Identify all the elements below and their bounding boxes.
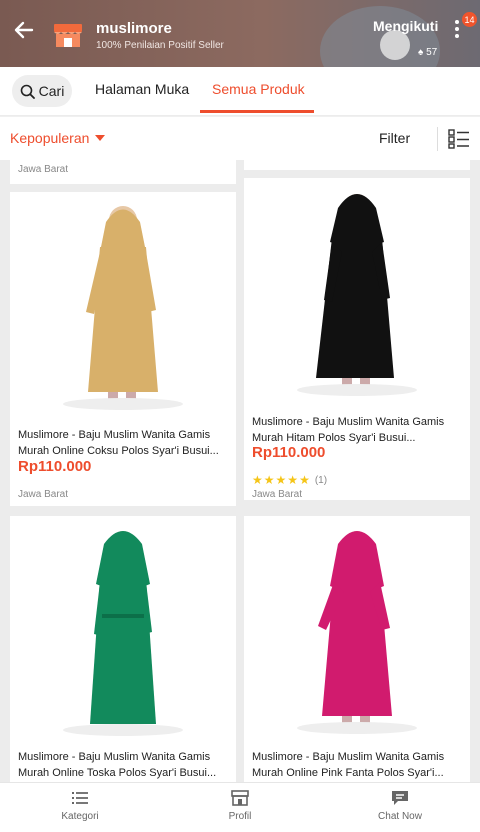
- dress-image: [63, 206, 183, 410]
- product-title: Muslimore - Baju Muslim Wanita Gamis Mur…: [252, 416, 445, 444]
- arrow-left-icon: [14, 21, 34, 39]
- user-icon: ♠: [418, 47, 424, 58]
- star-icon: ★: [299, 473, 310, 487]
- shop-logo[interactable]: [52, 22, 84, 48]
- tab-all-products[interactable]: Semua Produk: [212, 81, 305, 97]
- product-title: Muslimore - Baju Muslim Wanita Gamis Mur…: [18, 751, 217, 779]
- shop-icon: [54, 24, 82, 47]
- header-decoration: [380, 30, 410, 60]
- star-icon: ★: [252, 473, 263, 487]
- dot-icon: [455, 20, 459, 24]
- nav-profil[interactable]: Profil: [195, 789, 285, 822]
- search-label: Cari: [38, 83, 65, 99]
- follower-count: ♠ 57: [418, 47, 437, 58]
- dress-image: [297, 194, 417, 396]
- dress-image: [63, 531, 183, 736]
- divider: [437, 127, 438, 151]
- nav-label: Profil: [228, 811, 252, 822]
- sort-dropdown[interactable]: Kepopuleran: [10, 130, 106, 146]
- nav-chat-now[interactable]: Chat Now: [355, 789, 445, 822]
- bottom-navigation: Kategori Profil Chat Now: [0, 782, 480, 832]
- dot-icon: [455, 34, 459, 38]
- search-button[interactable]: Cari: [12, 75, 72, 107]
- product-card[interactable]: Muslimore - Baju Muslim Wanita Gamis Mur…: [10, 516, 236, 782]
- star-icon: ★: [263, 473, 275, 487]
- product-card[interactable]: Muslimore - Baju Muslim Wanita Gamis Mur…: [10, 192, 236, 506]
- product-location: Jawa Barat: [252, 489, 303, 500]
- product-card[interactable]: Muslimore - Baju Muslim Wanita Gamis Mur…: [244, 178, 470, 500]
- star-icon: ★: [275, 473, 287, 487]
- rating-count: (1): [314, 474, 328, 486]
- dot-icon: [455, 27, 459, 31]
- nav-label: Kategori: [61, 811, 99, 822]
- search-icon: [20, 84, 35, 99]
- product-image: [10, 192, 236, 418]
- product-rating: ★ ★ ★ ★ ★ (1): [252, 474, 327, 486]
- product-location: Jawa Barat: [18, 164, 69, 175]
- product-image: [244, 516, 470, 742]
- follow-button[interactable]: Mengikuti: [373, 18, 438, 34]
- dress-image: [297, 531, 417, 734]
- sort-label: Kepopuleran: [10, 130, 90, 146]
- back-button[interactable]: [10, 16, 38, 44]
- product-grid: Jawa Barat Muslimore - Baju Muslim Wanit…: [0, 160, 480, 782]
- product-card[interactable]: [244, 160, 470, 170]
- product-title: Muslimore - Baju Muslim Wanita Gamis Mur…: [252, 751, 445, 779]
- shop-rating-text: 100% Penilaian Positif Seller: [96, 40, 224, 51]
- chat-icon: [392, 791, 408, 805]
- tab-home[interactable]: Halaman Muka: [95, 81, 189, 97]
- product-image: [244, 178, 470, 404]
- product-image: [10, 516, 236, 742]
- notification-badge: 14: [462, 12, 477, 27]
- shop-name: muslimore: [96, 20, 172, 37]
- filter-button[interactable]: Filter: [379, 130, 410, 146]
- follower-count-value: 57: [426, 47, 438, 58]
- list-icon: [72, 792, 88, 804]
- shop-tabs: Cari Halaman Muka Semua Produk: [0, 67, 480, 115]
- product-price: Rp110.000: [252, 444, 326, 461]
- product-location: Jawa Barat: [18, 489, 69, 500]
- active-tab-indicator: [200, 110, 314, 113]
- product-title: Muslimore - Baju Muslim Wanita Gamis Mur…: [18, 429, 219, 457]
- caret-down-icon: [95, 135, 106, 141]
- product-price: Rp110.000: [18, 458, 92, 475]
- list-view-icon: [448, 129, 469, 149]
- nav-kategori[interactable]: Kategori: [35, 789, 125, 822]
- star-icon: ★: [287, 473, 299, 487]
- view-toggle-button[interactable]: [448, 129, 470, 149]
- nav-label: Chat Now: [378, 811, 422, 822]
- product-card[interactable]: Jawa Barat: [10, 160, 236, 184]
- sort-filter-bar: Kepopuleran Filter: [0, 116, 480, 160]
- product-card[interactable]: Muslimore - Baju Muslim Wanita Gamis Mur…: [244, 516, 470, 782]
- shop-header: muslimore 100% Penilaian Positif Seller …: [0, 0, 480, 67]
- store-profile-icon: [231, 790, 249, 806]
